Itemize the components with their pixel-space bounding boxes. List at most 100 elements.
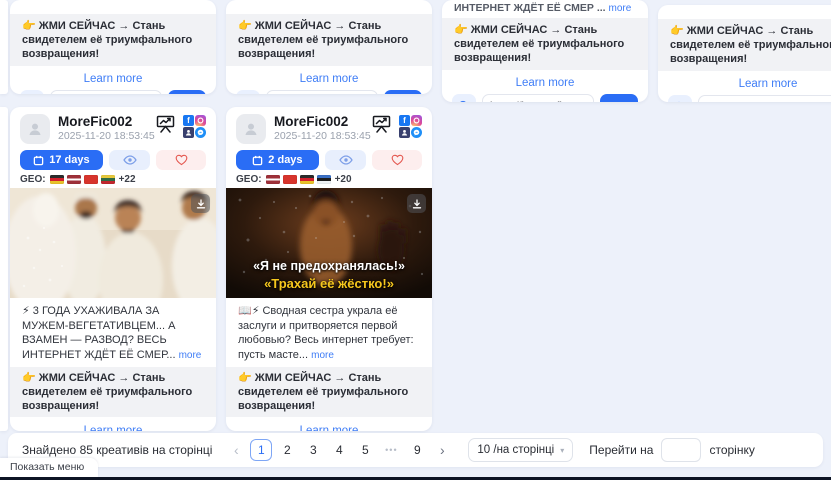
- geo-more-count: +20: [335, 174, 352, 185]
- calendar-icon: [252, 155, 263, 166]
- landing-url-input[interactable]: [482, 94, 594, 102]
- creative-timestamp: 2025-11-20 18:53:45: [58, 130, 155, 143]
- flag-lv-icon: [266, 175, 280, 184]
- creatives-grid: 👉 ЖМИ СЕЙЧАС → Стань свидетелем её триум…: [10, 0, 831, 431]
- learn-more-link[interactable]: Learn more: [300, 73, 359, 85]
- days-active-button[interactable]: 17 days: [20, 150, 103, 170]
- days-active-button[interactable]: 2 days: [236, 150, 319, 170]
- search-icon[interactable]: [236, 90, 260, 94]
- calendar-icon: [33, 155, 44, 166]
- placements-icons: f: [399, 115, 422, 138]
- learn-more-link[interactable]: Learn more: [84, 73, 143, 85]
- grid-column-4: 👉 ЖМИ СЕЙЧАС → Стань свидетелем её триум…: [658, 0, 831, 102]
- learn-more-link[interactable]: Learn more: [84, 425, 143, 431]
- cta-block: 👉 ЖМИ СЕЙЧАС → Стань свидетелем её триум…: [226, 367, 432, 417]
- instagram-icon: [195, 115, 206, 126]
- eye-icon: [339, 155, 353, 165]
- search-icon[interactable]: [668, 95, 692, 102]
- audience-network-icon: [399, 127, 410, 138]
- page-number-3[interactable]: 3: [302, 439, 324, 461]
- creative-text: ⚡ 3 ГОДА УХАЖИВАЛА ЗА МУЖЕМ-ВЕГЕТАТИВЦЕМ…: [10, 298, 216, 367]
- creative-card: MoreFic002 2025-11-20 18:53:45 f: [226, 107, 432, 431]
- prev-page-icon[interactable]: ‹: [226, 442, 246, 458]
- ad-card-partial: 👉 ЖМИ СЕЙЧАС → Стань свидетелем её триум…: [10, 0, 216, 94]
- flag-de-icon: [300, 175, 314, 184]
- avatar: [236, 114, 266, 144]
- search-icon[interactable]: [452, 94, 476, 102]
- creative-image[interactable]: [10, 188, 216, 298]
- download-image-icon[interactable]: [191, 194, 210, 213]
- image-caption: «Я не предохранялась!» «Трахай её жёстко…: [226, 258, 432, 292]
- cta-block: 👉 ЖМИ СЕЙЧАС → Стань свидетелем её триум…: [226, 14, 432, 66]
- goto-page-suffix: сторінку: [709, 443, 754, 457]
- goto-page-label: Перейти на: [589, 443, 653, 457]
- geo-more-count: +22: [119, 174, 136, 185]
- more-link[interactable]: more: [311, 350, 334, 361]
- flag-rd-icon: [84, 175, 98, 184]
- flag-lv-icon: [67, 175, 81, 184]
- flag-de-icon: [50, 175, 64, 184]
- page-number-last[interactable]: 9: [406, 439, 428, 461]
- favorite-button[interactable]: [156, 150, 206, 170]
- chevron-down-icon: ▾: [560, 446, 564, 455]
- grid-column-2: 👉 ЖМИ СЕЙЧАС → Стань свидетелем её триум…: [226, 0, 432, 431]
- more-link[interactable]: more: [609, 3, 632, 14]
- show-menu-button[interactable]: Показать меню: [0, 458, 98, 477]
- open-url-button[interactable]: →: [384, 90, 422, 94]
- cta-block: 👉 ЖМИ СЕЙЧАС → Стань свидетелем её триум…: [10, 14, 216, 66]
- creative-card: MoreFic002 2025-11-20 18:53:45 f: [10, 107, 216, 431]
- messenger-icon: [195, 127, 206, 138]
- next-page-icon[interactable]: ›: [432, 442, 452, 458]
- favorite-button[interactable]: [372, 150, 422, 170]
- more-pages-icon[interactable]: •••: [380, 445, 402, 455]
- goto-page-input[interactable]: [661, 438, 701, 462]
- flag-ee-icon: [317, 175, 331, 184]
- download-image-icon[interactable]: [407, 194, 426, 213]
- preview-button[interactable]: [325, 150, 366, 170]
- page-number-4[interactable]: 4: [328, 439, 350, 461]
- geo-flags: [50, 175, 115, 184]
- page-number-1[interactable]: 1: [250, 439, 272, 461]
- page-number-5[interactable]: 5: [354, 439, 376, 461]
- ad-card-partial: ИНТЕРНЕТ ЖДЁТ ЕЁ СМЕР ... more 👉 ЖМИ СЕЙ…: [442, 0, 648, 102]
- heart-icon: [175, 154, 188, 166]
- profile-name: MoreFic002: [274, 114, 371, 130]
- geo-flags: [266, 175, 331, 184]
- partial-card-edge: [0, 0, 8, 94]
- eye-icon: [123, 155, 137, 165]
- instagram-icon: [411, 115, 422, 126]
- tracker-chart-icon[interactable]: [371, 114, 392, 139]
- messenger-icon: [411, 127, 422, 138]
- landing-url-input[interactable]: [698, 95, 831, 102]
- landing-url-input[interactable]: [50, 90, 162, 94]
- partial-card-edge: [0, 107, 8, 431]
- flag-lt-icon: [101, 175, 115, 184]
- audience-network-icon: [183, 127, 194, 138]
- tracker-chart-icon[interactable]: [155, 114, 176, 139]
- avatar: [20, 114, 50, 144]
- learn-more-link[interactable]: Learn more: [516, 77, 575, 89]
- learn-more-link[interactable]: Learn more: [300, 425, 359, 431]
- pagination-bar: Знайдено 85 креативів на сторінці ‹ 1 2 …: [8, 433, 823, 467]
- grid-column-3: ИНТЕРНЕТ ЖДЁТ ЕЁ СМЕР ... more 👉 ЖМИ СЕЙ…: [442, 0, 648, 102]
- open-url-button[interactable]: →: [168, 90, 206, 94]
- more-link[interactable]: more: [179, 350, 202, 361]
- preview-button[interactable]: [109, 150, 150, 170]
- creative-timestamp: 2025-11-20 18:53:45: [274, 130, 371, 143]
- cta-block: 👉 ЖМИ СЕЙЧАС → Стань свидетелем её триум…: [10, 367, 216, 417]
- cta-block: 👉 ЖМИ СЕЙЧАС → Стань свидетелем её триум…: [658, 19, 831, 71]
- grid-column-1: 👉 ЖМИ СЕЙЧАС → Стань свидетелем её триум…: [10, 0, 216, 431]
- search-icon[interactable]: [20, 90, 44, 94]
- learn-more-link[interactable]: Learn more: [739, 78, 798, 90]
- landing-url-input[interactable]: [266, 90, 378, 94]
- page-size-select[interactable]: 10 /на сторінці ▾: [468, 438, 573, 462]
- heart-icon: [391, 154, 404, 166]
- cta-block: 👉 ЖМИ СЕЙЧАС → Стань свидетелем её триум…: [442, 18, 648, 70]
- geo-label: GEO:: [20, 174, 46, 185]
- results-count-text: Знайдено 85 креативів на сторінці: [22, 443, 212, 457]
- creative-image[interactable]: «Я не предохранялась!» «Трахай её жёстко…: [226, 188, 432, 298]
- open-url-button[interactable]: →: [600, 94, 638, 102]
- ad-card-partial: 👉 ЖМИ СЕЙЧАС → Стань свидетелем её триум…: [226, 0, 432, 94]
- facebook-icon: f: [183, 115, 194, 126]
- page-number-2[interactable]: 2: [276, 439, 298, 461]
